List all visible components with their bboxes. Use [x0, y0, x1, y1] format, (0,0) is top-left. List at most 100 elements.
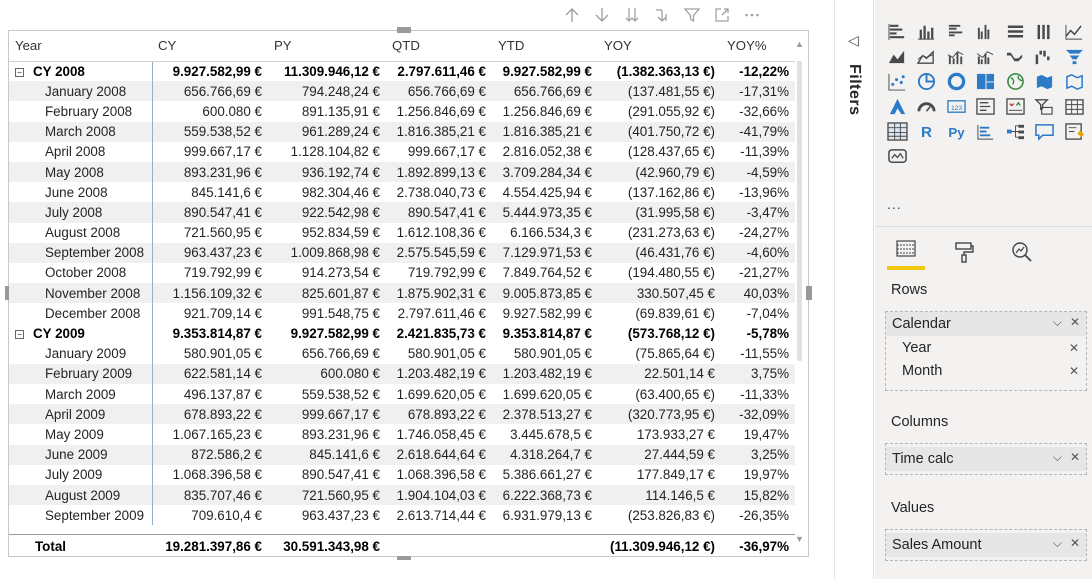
scatter-icon[interactable] [885, 70, 909, 92]
100-bar-icon[interactable] [1003, 20, 1027, 42]
area-chart-icon[interactable] [885, 45, 909, 67]
ribbon-chart-icon[interactable] [1003, 45, 1027, 67]
columns-well[interactable]: Time calc ⌵ ✕ [885, 443, 1087, 475]
filled-map-icon[interactable] [1033, 70, 1057, 92]
row-header[interactable]: January 2008 [9, 81, 153, 102]
r-visual-icon[interactable]: R [915, 120, 939, 142]
map-icon[interactable] [1003, 70, 1027, 92]
vertical-scrollbar[interactable]: ▲ ▼ [795, 39, 804, 544]
sort-asc-icon[interactable] [557, 3, 587, 27]
columns-field-time-calc[interactable]: Time calc ⌵ ✕ [886, 447, 1086, 471]
scroll-thumb[interactable] [797, 61, 802, 361]
values-well[interactable]: Sales Amount ⌵ ✕ [885, 529, 1087, 561]
python-visual-icon[interactable]: Py [944, 120, 968, 142]
row-header[interactable]: April 2009 [9, 404, 153, 425]
decomposition-tree-icon[interactable] [1003, 120, 1027, 142]
chevron-down-icon[interactable]: ⌵ [1053, 536, 1062, 551]
line-chart-icon[interactable] [1062, 20, 1086, 42]
matrix-visual[interactable]: Year CY PY QTD YTD YOY YOY% − CY 2008 9.927.582,… [5, 27, 812, 560]
column-header[interactable]: QTD [386, 31, 492, 62]
column-header[interactable]: YTD [492, 31, 598, 62]
clustered-bar-icon[interactable] [944, 20, 968, 42]
scroll-up-icon[interactable]: ▲ [795, 39, 804, 49]
filter-icon[interactable] [677, 3, 707, 27]
row-header[interactable]: March 2009 [9, 384, 153, 405]
stacked-column-icon[interactable] [915, 20, 939, 42]
drill-down-icon[interactable] [647, 3, 677, 27]
card-icon[interactable]: 123 [944, 95, 968, 117]
row-header[interactable]: November 2008 [9, 283, 153, 304]
remove-field-icon[interactable]: ✕ [1070, 450, 1080, 465]
column-header[interactable]: YOY% [721, 31, 795, 62]
values-field-sales-amount[interactable]: Sales Amount ⌵ ✕ [886, 533, 1086, 557]
scroll-down-icon[interactable]: ▼ [795, 534, 804, 544]
chevron-down-icon[interactable]: ⌵ [1053, 315, 1062, 330]
more-options-icon[interactable] [737, 3, 767, 27]
waterfall-icon[interactable] [1033, 45, 1057, 67]
row-header[interactable]: July 2009 [9, 464, 153, 485]
row-header[interactable]: March 2008 [9, 121, 153, 142]
remove-field-icon[interactable]: ✕ [1069, 341, 1079, 355]
row-header[interactable]: July 2008 [9, 202, 153, 223]
expand-filters-icon[interactable]: ◁ [848, 32, 859, 49]
row-header[interactable]: February 2008 [9, 101, 153, 122]
100-column-icon[interactable] [1033, 20, 1057, 42]
fields-tab[interactable] [887, 234, 925, 270]
multi-row-card-icon[interactable] [974, 95, 998, 117]
format-tab[interactable] [945, 234, 983, 270]
column-header[interactable]: Year [9, 31, 152, 62]
filters-pane-collapsed[interactable]: ◁ Filters [835, 0, 874, 579]
key-influencers-icon[interactable] [974, 120, 998, 142]
azure-map-icon[interactable] [885, 95, 909, 117]
stacked-bar-icon[interactable] [885, 20, 909, 42]
paginated-report-icon[interactable] [885, 145, 909, 167]
sort-desc-icon[interactable] [587, 3, 617, 27]
expand-all-icon[interactable] [617, 3, 647, 27]
treemap-icon[interactable] [974, 70, 998, 92]
row-header[interactable]: December 2008 [9, 303, 153, 324]
line-column-icon[interactable] [944, 45, 968, 67]
analytics-tab[interactable] [1003, 234, 1041, 270]
rows-well[interactable]: Calendar ⌵ ✕ Year ✕ Month ✕ [885, 311, 1087, 391]
row-header[interactable]: June 2009 [9, 444, 153, 465]
matrix-icon[interactable] [885, 120, 909, 142]
remove-field-icon[interactable]: ✕ [1070, 536, 1080, 551]
funnel-icon[interactable] [1062, 45, 1086, 67]
focus-mode-icon[interactable] [707, 3, 737, 27]
row-header[interactable]: October 2008 [9, 262, 153, 284]
row-header[interactable]: May 2008 [9, 161, 153, 183]
row-header[interactable]: February 2009 [9, 363, 153, 384]
smart-narrative-icon[interactable] [1062, 120, 1086, 142]
column-header[interactable]: CY [152, 31, 268, 62]
stacked-area-icon[interactable] [915, 45, 939, 67]
row-header[interactable]: June 2008 [9, 182, 153, 203]
remove-field-icon[interactable]: ✕ [1070, 315, 1080, 330]
row-header[interactable]: April 2008 [9, 141, 153, 162]
row-header[interactable]: January 2009 [9, 343, 153, 364]
remove-field-icon[interactable]: ✕ [1069, 364, 1079, 378]
row-header[interactable]: − CY 2008 [9, 61, 153, 82]
shape-map-icon[interactable] [1062, 70, 1086, 92]
gauge-icon[interactable] [915, 95, 939, 117]
kpi-icon[interactable] [1003, 95, 1027, 117]
qa-icon[interactable] [1033, 120, 1057, 142]
row-header[interactable]: August 2009 [9, 484, 153, 506]
slicer-icon[interactable] [1033, 95, 1057, 117]
row-header[interactable]: − CY 2009 [9, 323, 153, 344]
line-clustered-icon[interactable] [974, 45, 998, 67]
rows-field-calendar[interactable]: Calendar ⌵ ✕ [886, 312, 1086, 336]
row-header[interactable]: August 2008 [9, 222, 153, 243]
donut-icon[interactable] [944, 70, 968, 92]
clustered-column-icon[interactable] [974, 20, 998, 42]
rows-subfield-month[interactable]: Month ✕ [886, 359, 1086, 382]
column-header[interactable]: YOY [598, 31, 721, 62]
rows-subfield-year[interactable]: Year ✕ [886, 336, 1086, 359]
resize-handle-right[interactable] [806, 286, 812, 300]
row-header[interactable]: September 2008 [9, 242, 153, 263]
column-header[interactable]: PY [268, 31, 386, 62]
row-header[interactable]: May 2009 [9, 424, 153, 445]
collapse-icon[interactable]: − [15, 67, 24, 77]
pie-chart-icon[interactable] [915, 70, 939, 92]
more-visuals-icon[interactable]: ... [887, 196, 902, 212]
row-header[interactable]: September 2009 [9, 505, 153, 526]
